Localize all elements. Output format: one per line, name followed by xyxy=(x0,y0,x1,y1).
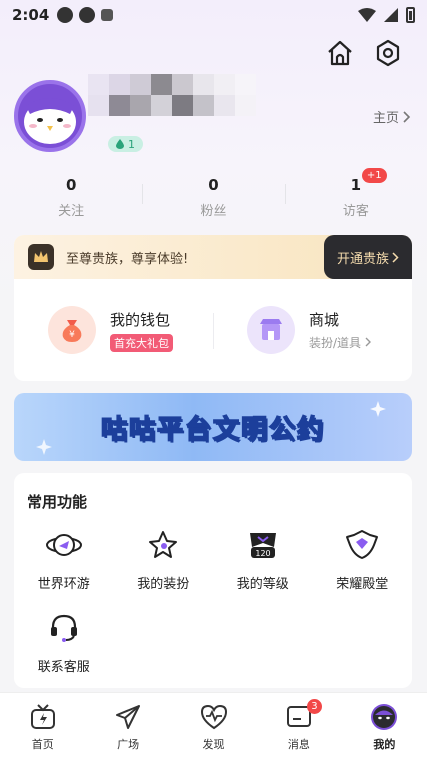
homepage-link[interactable]: 主页 xyxy=(373,107,411,126)
avatar[interactable] xyxy=(14,80,86,152)
status-time: 2:04 xyxy=(12,6,50,24)
store-icon xyxy=(247,306,295,354)
level-badge: 1 xyxy=(108,136,143,152)
tab-label: 我的 xyxy=(373,737,396,751)
wallet-title: 我的钱包 xyxy=(110,310,171,329)
visitor-badge: +1 xyxy=(361,168,387,183)
stat-value: 0 xyxy=(208,176,219,194)
function-label: 我的装扮 xyxy=(137,577,190,592)
tab-label: 消息 xyxy=(287,737,310,751)
svg-text:¥: ¥ xyxy=(69,330,75,340)
status-bar: 2:04 xyxy=(0,0,427,30)
function-my-level[interactable]: 120 我的等级 xyxy=(213,525,313,592)
sparkle-icon xyxy=(370,401,386,417)
store-subtitle: 装扮/道具 xyxy=(309,334,372,351)
settings-icon[interactable] xyxy=(373,38,403,68)
app-notification-icon xyxy=(101,9,114,21)
stat-fans[interactable]: 0 粉丝 xyxy=(142,176,284,219)
chevron-right-icon xyxy=(365,337,371,347)
bottom-tab-bar: 首页 广场 发现 3 消息 我的 xyxy=(0,692,427,760)
chevron-right-icon xyxy=(392,251,399,263)
store-sub-label: 装扮/道具 xyxy=(309,336,362,350)
vip-promo-strip[interactable]: 至尊贵族，尊享体验! 开通贵族 xyxy=(14,235,412,279)
stat-label: 访客 xyxy=(342,204,369,219)
tab-label: 发现 xyxy=(202,737,225,751)
message-badge: 3 xyxy=(306,699,322,714)
battery-icon xyxy=(406,7,415,23)
level-value: 1 xyxy=(128,137,135,151)
civility-banner[interactable]: 咕咕平台文明公约 xyxy=(14,393,412,461)
paper-plane-icon xyxy=(113,702,143,732)
function-label: 我的等级 xyxy=(236,577,289,592)
tab-plaza[interactable]: 广场 xyxy=(85,693,170,760)
notification-icon xyxy=(57,7,74,23)
drop-icon xyxy=(116,139,124,149)
tab-messages[interactable]: 3 消息 xyxy=(256,693,341,760)
username-blurred xyxy=(88,74,256,116)
stat-value: 1 xyxy=(350,176,362,194)
divider xyxy=(213,313,214,349)
signal-icon xyxy=(384,8,398,22)
function-label: 世界环游 xyxy=(37,577,90,592)
stat-following[interactable]: 0 关注 xyxy=(0,176,142,219)
tab-label: 广场 xyxy=(117,737,140,751)
star-outfit-icon xyxy=(143,525,183,565)
stat-visitors[interactable]: 1 +1 访客 xyxy=(284,168,427,219)
wifi-icon xyxy=(358,8,376,22)
stat-label: 粉丝 xyxy=(200,204,227,219)
headset-icon xyxy=(44,608,84,648)
open-vip-label: 开通贵族 xyxy=(336,251,389,267)
stat-label: 关注 xyxy=(58,204,85,219)
homepage-label: 主页 xyxy=(372,111,399,126)
store-entry[interactable]: 商城 装扮/道具 xyxy=(213,306,412,354)
sparkle-icon xyxy=(36,439,52,455)
svg-text:120: 120 xyxy=(255,549,270,558)
level-120-icon: 120 xyxy=(243,525,283,565)
heart-pulse-icon xyxy=(199,702,229,732)
home-settings-icon[interactable] xyxy=(325,38,355,68)
tab-home[interactable]: 首页 xyxy=(0,693,85,760)
stat-value: 0 xyxy=(65,176,77,194)
banner-text: 咕咕平台文明公约 xyxy=(100,414,325,446)
wallet-icon: ¥ xyxy=(48,306,96,354)
chevron-right-icon xyxy=(403,110,411,123)
function-label: 联系客服 xyxy=(37,660,90,675)
tab-discover[interactable]: 发现 xyxy=(171,693,256,760)
vip-promo-text: 至尊贵族，尊享体验! xyxy=(66,251,189,267)
profile-stats: 0 关注 0 粉丝 1 +1 访客 xyxy=(0,168,427,219)
wallet-entry[interactable]: ¥ 我的钱包 首充大礼包 xyxy=(14,306,213,354)
open-vip-button[interactable]: 开通贵族 xyxy=(324,235,412,279)
shield-crown-icon xyxy=(342,525,382,565)
section-title: 常用功能 xyxy=(27,493,88,511)
function-hall-of-fame[interactable]: 荣耀殿堂 xyxy=(313,525,413,592)
tab-mine[interactable]: 我的 xyxy=(342,693,427,760)
crown-icon xyxy=(28,244,54,270)
home-tv-icon xyxy=(28,702,58,732)
notification-icon xyxy=(79,7,96,23)
function-my-outfit[interactable]: 我的装扮 xyxy=(114,525,214,592)
tab-label: 首页 xyxy=(31,737,54,751)
avatar-icon xyxy=(369,702,399,732)
store-title: 商城 xyxy=(309,311,340,329)
vip-card: 至尊贵族，尊享体验! 开通贵族 ¥ 我的钱包 首充大礼包 商城 装扮/道具 xyxy=(14,235,412,381)
function-customer-service[interactable]: 联系客服 xyxy=(14,608,114,675)
planet-plane-icon xyxy=(44,525,84,565)
function-world-tour[interactable]: 世界环游 xyxy=(14,525,114,592)
function-label: 荣耀殿堂 xyxy=(336,577,389,592)
wallet-tag: 首充大礼包 xyxy=(110,333,173,352)
common-functions-card: 常用功能 世界环游 我的装扮 120 我的等级 荣耀殿堂 联系客服 xyxy=(14,473,412,688)
